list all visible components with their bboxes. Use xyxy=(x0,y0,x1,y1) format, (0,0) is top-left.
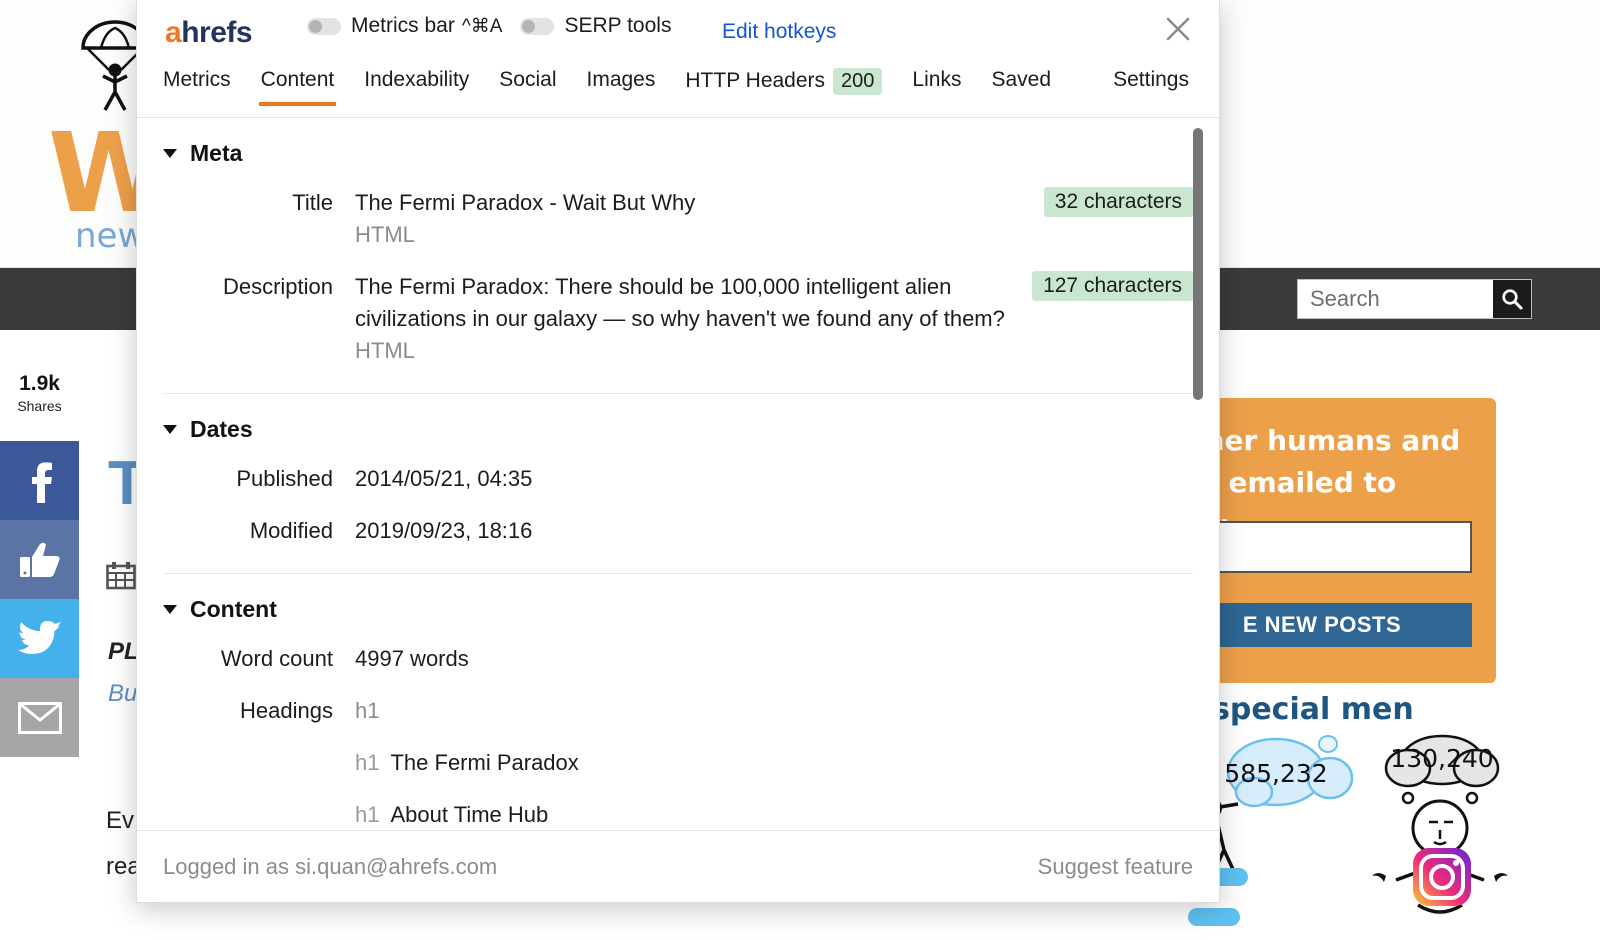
headings-list: h1 h1 The Fermi Paradox h1 About Time Hub xyxy=(355,695,1193,830)
section-dates-header[interactable]: Dates xyxy=(163,416,1193,443)
search-icon xyxy=(1502,289,1523,310)
row-modified: Modified 2019/09/23, 18:16 xyxy=(163,515,1193,547)
row-title: Title The Fermi Paradox - Wait But Why H… xyxy=(163,187,1193,251)
metrics-bar-hotkey: ^⌘A xyxy=(461,15,503,37)
tab-social[interactable]: Social xyxy=(499,62,556,106)
close-button[interactable] xyxy=(1161,12,1195,46)
serp-tools-toggle-group[interactable]: SERP tools xyxy=(520,14,671,38)
site-search[interactable]: Search xyxy=(1297,279,1532,319)
calendar-icon xyxy=(106,562,136,590)
title-label: Title xyxy=(292,190,333,215)
logged-in-status: Logged in as si.quan@ahrefs.com xyxy=(163,853,498,879)
ahrefs-seo-toolbar-panel: ahrefs Metrics bar ^⌘A SERP tools Edit h… xyxy=(136,0,1220,903)
share-count-value: 1.9k xyxy=(19,372,60,395)
facebook-icon xyxy=(31,461,52,503)
row-headings: Headings h1 h1 The Fermi Paradox h1 About … xyxy=(163,695,1193,830)
tab-links[interactable]: Links xyxy=(912,62,961,106)
ahrefs-logo[interactable]: ahrefs xyxy=(165,16,253,50)
section-content: Content Word count 4997 words Headings h… xyxy=(163,574,1193,830)
title-char-count-badge: 32 characters xyxy=(1043,187,1193,217)
search-input[interactable]: Search xyxy=(1298,286,1493,312)
description-source: HTML xyxy=(355,338,415,363)
share-twitter-button[interactable] xyxy=(0,599,79,678)
section-content-header[interactable]: Content xyxy=(163,596,1193,623)
panel-footer: Logged in as si.quan@ahrefs.com Suggest … xyxy=(137,830,1219,902)
heading-item: h1 About Time Hub xyxy=(355,799,1193,830)
heading-text: About Time Hub xyxy=(390,802,549,827)
tab-images[interactable]: Images xyxy=(587,62,656,106)
tab-indexability[interactable]: Indexability xyxy=(364,62,469,106)
metrics-bar-toggle-group[interactable]: Metrics bar ^⌘A xyxy=(307,14,502,38)
heading-item: h1 The Fermi Paradox xyxy=(355,747,1193,779)
chevron-down-icon xyxy=(163,425,177,434)
section-meta-title: Meta xyxy=(190,140,243,166)
chevron-down-icon xyxy=(163,149,177,158)
section-meta: Meta Title The Fermi Paradox - Wait But … xyxy=(163,118,1193,394)
modified-label: Modified xyxy=(249,518,333,543)
panel-topbar: ahrefs Metrics bar ^⌘A SERP tools Edit h… xyxy=(137,0,1219,62)
suggest-feature-link[interactable]: Suggest feature xyxy=(1038,854,1193,880)
serp-tools-toggle[interactable] xyxy=(520,17,555,35)
headings-label: Headings xyxy=(240,698,333,723)
section-dates: Dates Published 2014/05/21, 04:35 Modifi… xyxy=(163,394,1193,574)
scrollbar-thumb[interactable] xyxy=(1193,128,1203,400)
published-value: 2014/05/21, 04:35 xyxy=(355,466,533,491)
share-facebook-button[interactable] xyxy=(0,441,79,520)
share-email-button[interactable] xyxy=(0,678,79,757)
published-label: Published xyxy=(236,466,333,491)
svg-text:585,232: 585,232 xyxy=(1224,759,1327,788)
headings-summary-tag: h1 xyxy=(355,698,380,723)
description-char-count-badge: 127 characters xyxy=(1032,271,1193,301)
metrics-bar-label: Metrics bar xyxy=(351,14,455,37)
description-value-group: The Fermi Paradox: There should be 100,0… xyxy=(355,271,1022,367)
chevron-down-icon xyxy=(163,605,177,614)
heading-tag: h1 xyxy=(355,750,380,775)
heading-text: The Fermi Paradox xyxy=(390,750,579,775)
toggle-group: Metrics bar ^⌘A SERP tools xyxy=(307,14,689,38)
row-description: Description The Fermi Paradox: There sho… xyxy=(163,271,1193,367)
serp-tools-label: SERP tools xyxy=(564,14,672,37)
title-value: The Fermi Paradox - Wait But Why xyxy=(355,190,696,215)
word-count-label: Word count xyxy=(220,646,333,671)
tab-settings[interactable]: Settings xyxy=(1113,62,1189,106)
word-count-value: 4997 words xyxy=(355,646,469,671)
metrics-bar-toggle[interactable] xyxy=(307,17,341,35)
ahrefs-logo-rest: hrefs xyxy=(181,16,253,49)
twitter-bird-icon xyxy=(17,620,62,654)
title-value-group: The Fermi Paradox - Wait But Why HTML xyxy=(355,187,1034,251)
tab-http-headers[interactable]: HTTP Headers 200 xyxy=(685,62,883,109)
heading-tag: h1 xyxy=(355,802,380,827)
ahrefs-logo-a: a xyxy=(165,16,182,49)
share-counter: 1.9k Shares xyxy=(0,372,79,414)
tab-content[interactable]: Content xyxy=(258,62,336,106)
modified-value: 2019/09/23, 18:16 xyxy=(355,518,533,543)
envelope-icon xyxy=(17,701,62,734)
article-subtitle-pl: PL xyxy=(108,638,139,665)
section-meta-header[interactable]: Meta xyxy=(163,140,1193,167)
section-dates-title: Dates xyxy=(190,416,253,442)
http-status-badge: 200 xyxy=(833,68,883,95)
tab-saved[interactable]: Saved xyxy=(991,62,1051,106)
share-count-label: Shares xyxy=(17,398,62,414)
thumbs-up-icon xyxy=(19,542,60,577)
edit-hotkeys-link[interactable]: Edit hotkeys xyxy=(722,20,836,44)
description-value: The Fermi Paradox: There should be 100,0… xyxy=(355,274,1005,331)
site-logo-new-label: new xyxy=(75,216,146,256)
article-link-bu[interactable]: Bu xyxy=(108,680,137,708)
description-label: Description xyxy=(222,274,333,299)
close-icon xyxy=(1166,17,1190,41)
panel-tabs: Metrics Content Indexability Social Imag… xyxy=(137,62,1219,118)
panel-content-area: Meta Title The Fermi Paradox - Wait But … xyxy=(137,118,1219,830)
tab-metrics[interactable]: Metrics xyxy=(163,62,231,106)
tab-http-headers-label: HTTP Headers xyxy=(685,69,826,92)
stick-figure-illustrations: 585,232 130,240 xyxy=(1188,734,1508,926)
search-button[interactable] xyxy=(1493,280,1531,318)
title-source: HTML xyxy=(355,222,415,247)
svg-text:130,240: 130,240 xyxy=(1390,744,1493,773)
row-word-count: Word count 4997 words xyxy=(163,643,1193,675)
row-published: Published 2014/05/21, 04:35 xyxy=(163,463,1193,495)
section-content-title: Content xyxy=(190,596,277,622)
share-like-button[interactable] xyxy=(0,520,79,599)
instagram-figure: 130,240 xyxy=(1372,734,1508,914)
